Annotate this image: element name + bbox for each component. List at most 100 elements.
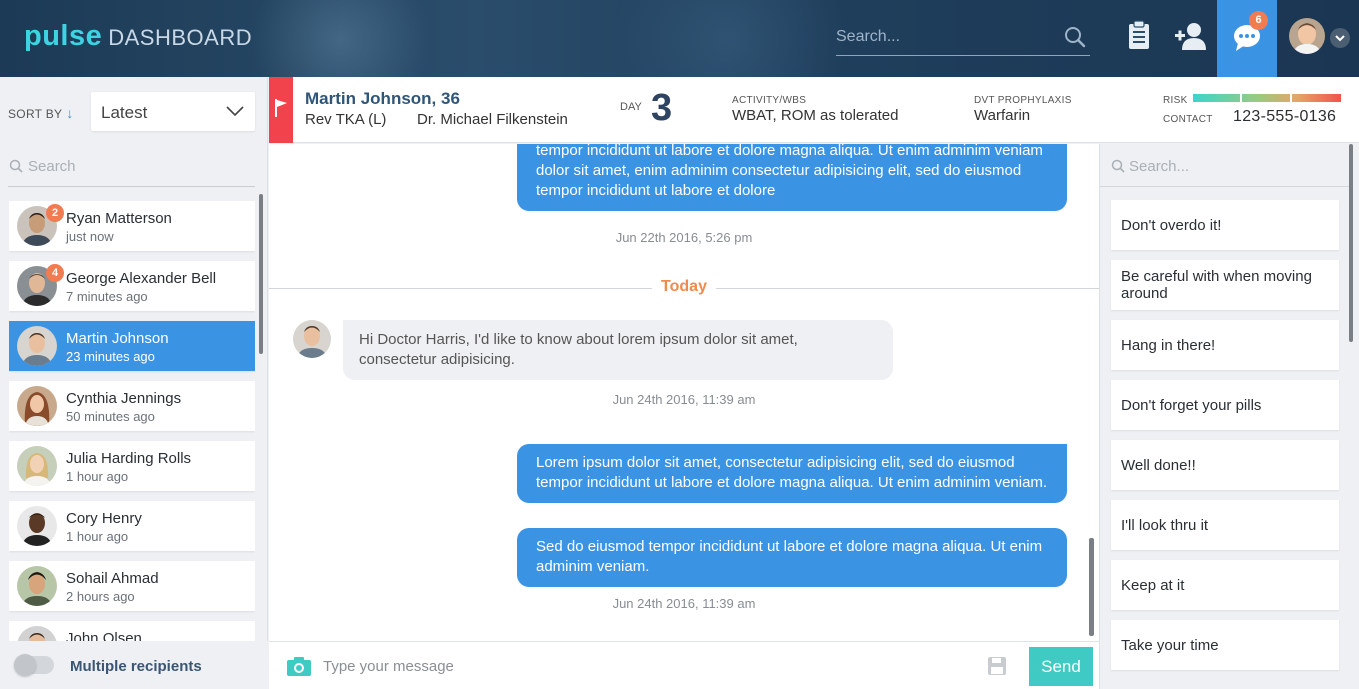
contact-phone: 123-555-0136 <box>1233 108 1337 125</box>
avatar <box>17 566 57 606</box>
save-icon[interactable] <box>988 657 1006 675</box>
unread-badge: 4 <box>46 264 64 282</box>
patient-procedure: Rev TKA (L) <box>305 111 387 128</box>
camera-icon[interactable] <box>287 657 311 676</box>
top-bar: pulseDASHBOARD 6 <box>0 0 1359 77</box>
message-outgoing: tempor incididunt ut labore et dolore ma… <box>517 144 1067 211</box>
add-user-icon[interactable] <box>1175 22 1207 50</box>
contact-time: 1 hour ago <box>66 469 129 484</box>
clipboard-icon[interactable] <box>1128 20 1150 50</box>
avatar[interactable] <box>1289 18 1325 54</box>
day-label: DAY <box>620 101 642 113</box>
header-background-decoration <box>600 0 860 77</box>
notification-badge: 6 <box>1249 11 1268 30</box>
contact-time: 50 minutes ago <box>66 409 155 424</box>
dvt-label: DVT PROPHYLAXIS <box>974 95 1072 106</box>
contact-name: Cory Henry <box>66 510 142 527</box>
flag-button[interactable] <box>269 77 293 143</box>
chat-scrollbar[interactable] <box>1089 538 1094 636</box>
account-menu-button[interactable] <box>1330 28 1350 48</box>
contact-item[interactable]: Sohail Ahmad 2 hours ago <box>9 561 255 611</box>
contact-name: Ryan Matterson <box>66 210 172 227</box>
risk-bar <box>1193 94 1341 102</box>
contact-item[interactable]: 2 Ryan Matterson just now <box>9 201 255 251</box>
chevron-down-icon <box>1335 35 1345 42</box>
contact-list-scrollbar[interactable] <box>259 194 263 354</box>
date-divider-label: Today <box>661 278 707 295</box>
quick-reply-search[interactable]: Search... <box>1100 144 1350 187</box>
contact-time: 2 hours ago <box>66 589 135 604</box>
contact-item[interactable]: Julia Harding Rolls 1 hour ago <box>9 441 255 491</box>
avatar <box>17 446 57 486</box>
contact-search-placeholder: Search <box>28 158 76 175</box>
contact-time: just now <box>66 229 114 244</box>
sort-by-text: SORT BY <box>8 107 63 121</box>
contact-name: Cynthia Jennings <box>66 390 182 407</box>
contact-name: Julia Harding Rolls <box>66 450 192 467</box>
sort-by-label: SORT BY ↓ <box>8 105 74 121</box>
quick-reply-item[interactable]: Don't overdo it! <box>1111 200 1339 250</box>
contact-item[interactable]: Cynthia Jennings 50 minutes ago <box>9 381 255 431</box>
message-incoming: Hi Doctor Harris, I'd like to know about… <box>343 320 893 380</box>
contact-time: 23 minutes ago <box>66 349 155 364</box>
contact-search[interactable]: Search <box>8 153 255 187</box>
message-timestamp: Jun 24th 2016, 11:39 am <box>612 392 756 407</box>
contact-item-active[interactable]: Martin Johnson 23 minutes ago <box>9 321 255 371</box>
brand-name: pulse <box>24 20 103 52</box>
patient-name: Martin Johnson, 36 <box>305 89 460 108</box>
unread-badge: 2 <box>46 204 64 222</box>
multiple-recipients-label: Multiple recipients <box>70 658 202 675</box>
avatar <box>17 326 57 366</box>
multiple-recipients-row: Multiple recipients <box>0 641 268 689</box>
top-search-input[interactable] <box>836 22 1056 52</box>
arrow-down-icon[interactable]: ↓ <box>66 105 73 121</box>
dvt-value: Warfarin <box>974 107 1031 124</box>
day-value: 3 <box>651 87 673 129</box>
quick-reply-item[interactable]: Be careful with when moving around <box>1111 260 1339 310</box>
contact-list: 2 Ryan Matterson just now 4 George Alexa… <box>9 201 255 641</box>
activity-label: ACTIVITY/WBS <box>732 95 807 106</box>
toggle-knob <box>14 654 36 676</box>
avatar <box>293 320 331 358</box>
compose-bar: Send <box>269 641 1099 689</box>
quick-reply-item[interactable]: Hang in there! <box>1111 320 1339 370</box>
search-icon[interactable] <box>1064 26 1086 48</box>
contacts-panel: SORT BY ↓ Latest Search 2 Ryan Matterson … <box>0 77 268 689</box>
contact-time: 1 hour ago <box>66 529 129 544</box>
avatar <box>17 506 57 546</box>
app-logo[interactable]: pulse DASHBOARD <box>24 20 252 53</box>
contact-item[interactable]: John Olsen <box>9 621 255 641</box>
quick-reply-search-placeholder: Search... <box>1129 158 1190 175</box>
risk-label: RISK <box>1163 95 1188 106</box>
multiple-recipients-toggle[interactable] <box>14 654 54 676</box>
chat-thread: tempor incididunt ut labore et dolore ma… <box>269 144 1099 641</box>
chevron-down-icon <box>226 106 244 117</box>
message-outgoing: Lorem ipsum dolor sit amet, consectetur … <box>517 444 1067 503</box>
date-divider: Today <box>269 278 1099 298</box>
contact-label: CONTACT <box>1163 114 1213 125</box>
sort-select[interactable]: Latest <box>91 92 255 131</box>
quick-reply-item[interactable]: Take your time <box>1111 620 1339 670</box>
top-search <box>836 22 1090 56</box>
activity-value: WBAT, ROM as tolerated <box>732 107 899 124</box>
contact-name: John Olsen <box>66 630 142 641</box>
contact-item[interactable]: Cory Henry 1 hour ago <box>9 501 255 551</box>
quick-reply-item[interactable]: Well done!! <box>1111 440 1339 490</box>
quick-reply-item[interactable]: Don't forget your pills <box>1111 380 1339 430</box>
contact-name: George Alexander Bell <box>66 270 217 287</box>
sort-select-value: Latest <box>101 103 148 122</box>
message-input[interactable] <box>323 654 923 678</box>
contact-name: Martin Johnson <box>66 330 169 347</box>
quick-reply-item[interactable]: Keep at it <box>1111 560 1339 610</box>
quick-reply-scrollbar[interactable] <box>1349 144 1353 342</box>
messages-tab[interactable]: 6 <box>1217 0 1277 77</box>
quick-reply-item[interactable]: I'll look thru it <box>1111 500 1339 550</box>
avatar <box>17 386 57 426</box>
message-outgoing: Sed do eiusmod tempor incididunt ut labo… <box>517 528 1067 587</box>
search-icon <box>9 159 23 173</box>
send-button[interactable]: Send <box>1029 647 1093 686</box>
header-background-decoration <box>240 0 440 77</box>
message-timestamp: Jun 24th 2016, 11:39 am <box>612 596 756 611</box>
contact-item[interactable]: 4 George Alexander Bell 7 minutes ago <box>9 261 255 311</box>
brand-subtitle: DASHBOARD <box>108 25 253 50</box>
